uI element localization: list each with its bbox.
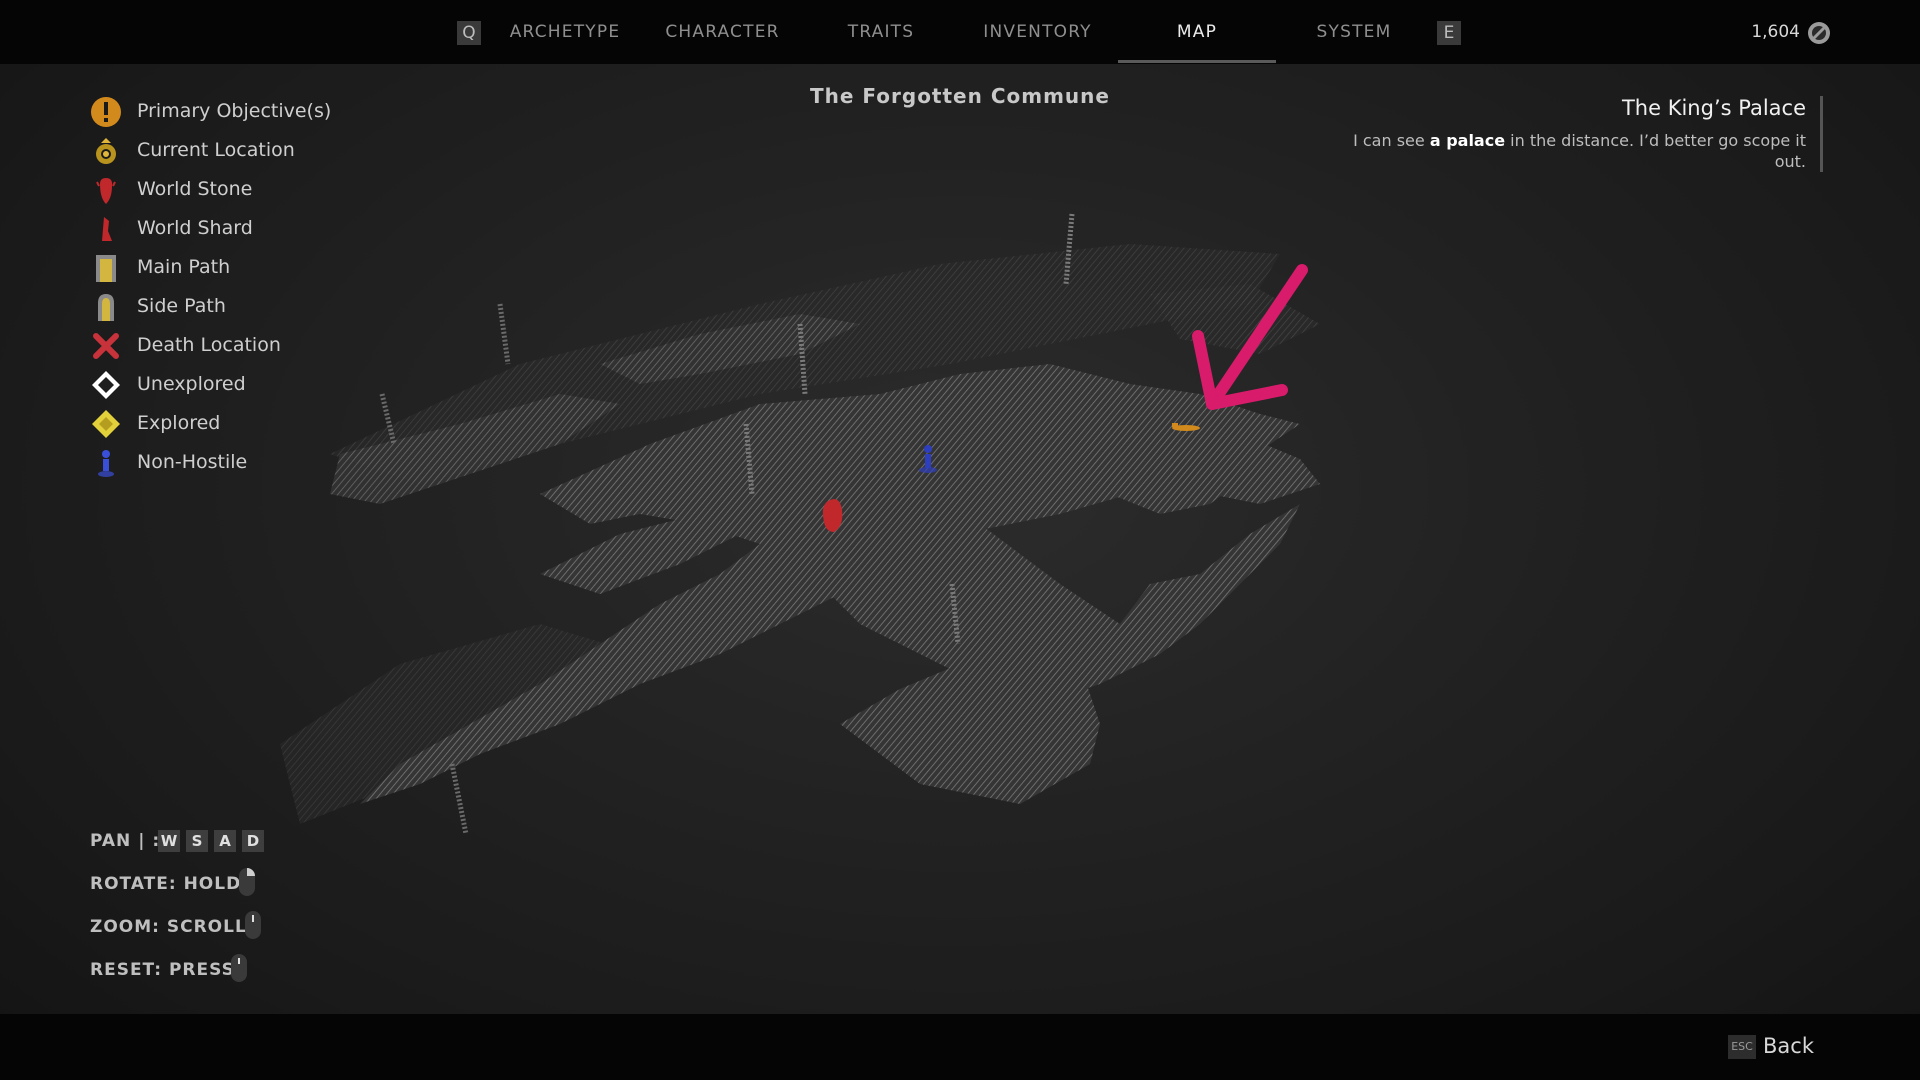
legend-label: Main Path [137,256,231,278]
tab-system[interactable]: SYSTEM [1300,22,1408,42]
tab-map[interactable]: MAP [1118,22,1276,42]
mouse-right-button-icon [239,868,255,896]
death-location-icon [93,333,119,359]
mouse-scroll-icon [245,911,261,939]
d-key: D [242,830,264,852]
scrap-currency-count: 1,604 [1751,22,1800,42]
location-name: The King’s Palace [1621,96,1806,120]
tab-character[interactable]: CHARACTER [655,22,790,42]
q-key-hint[interactable]: Q [457,21,481,45]
top-nav-bar: Q ARCHETYPE CHARACTER TRAITS INVENTORY M… [0,0,1920,64]
unexplored-icon [92,371,120,399]
legend-label: Primary Objective(s) [137,100,332,122]
location-desc-highlight: a palace [1429,131,1506,150]
esc-key-hint[interactable]: ESC [1728,1035,1756,1059]
location-desc-prefix: I can see [1353,131,1430,150]
current-location-icon [96,138,116,164]
non-hostile-icon [98,450,114,477]
legend-label: Side Path [137,295,226,317]
dungeon-map-view[interactable] [0,64,1920,1014]
legend-label: Unexplored [137,373,246,395]
rotate-label: ROTATE: HOLD [90,874,242,894]
legend-label: Explored [137,412,221,434]
pan-label: PAN | : [90,831,161,851]
primary-objective-icon [91,97,121,127]
legend-label: Death Location [137,334,281,356]
scrap-currency-icon [1808,22,1830,44]
back-button[interactable]: Back [1763,1034,1814,1058]
tab-traits[interactable]: TRAITS [830,22,932,42]
tab-inventory[interactable]: INVENTORY [975,22,1100,42]
map-geometry [280,213,1320,835]
w-key: W [158,830,180,852]
tab-archetype[interactable]: ARCHETYPE [505,22,625,42]
explored-icon [92,410,120,438]
legend-label: World Shard [137,217,253,239]
zoom-label: ZOOM: SCROLL [90,917,247,937]
main-path-icon [96,255,116,282]
legend-label: World Stone [137,178,253,200]
bottom-bar [0,1014,1920,1080]
e-key-hint[interactable]: E [1437,21,1461,45]
s-key: S [186,830,208,852]
a-key: A [214,830,236,852]
side-path-icon [98,294,114,321]
location-desc-suffix: in the distance. I’d better go scope it … [1505,131,1806,171]
location-info-panel: The King’s Palace I can see a palace in … [1346,96,1823,172]
location-description: I can see a palace in the distance. I’d … [1346,130,1806,172]
mouse-middle-button-icon [231,954,247,982]
legend-label: Non-Hostile [137,451,248,473]
world-shard-icon [102,217,112,241]
active-tab-indicator [1118,60,1276,63]
world-stone-icon [96,178,116,204]
reset-label: RESET: PRESS [90,960,235,980]
legend-label: Current Location [137,139,295,161]
